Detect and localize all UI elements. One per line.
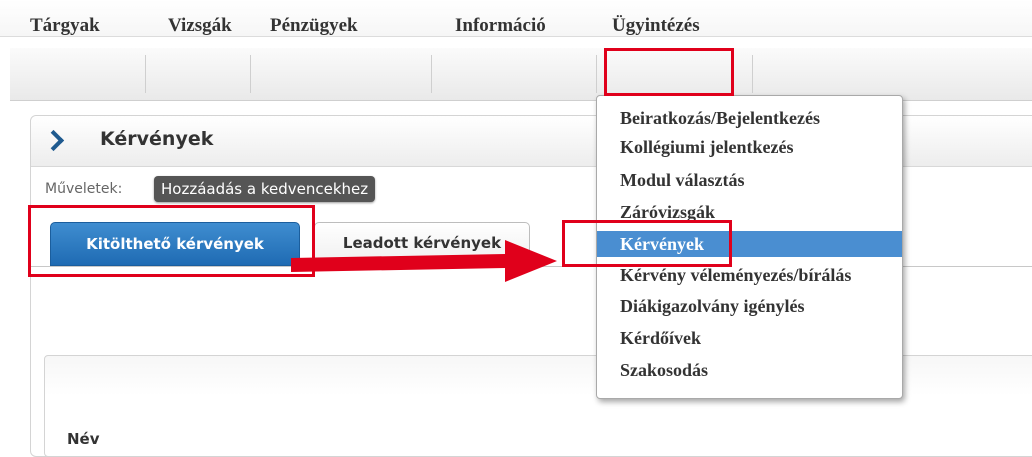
annotation-arrow-icon xyxy=(291,240,557,282)
